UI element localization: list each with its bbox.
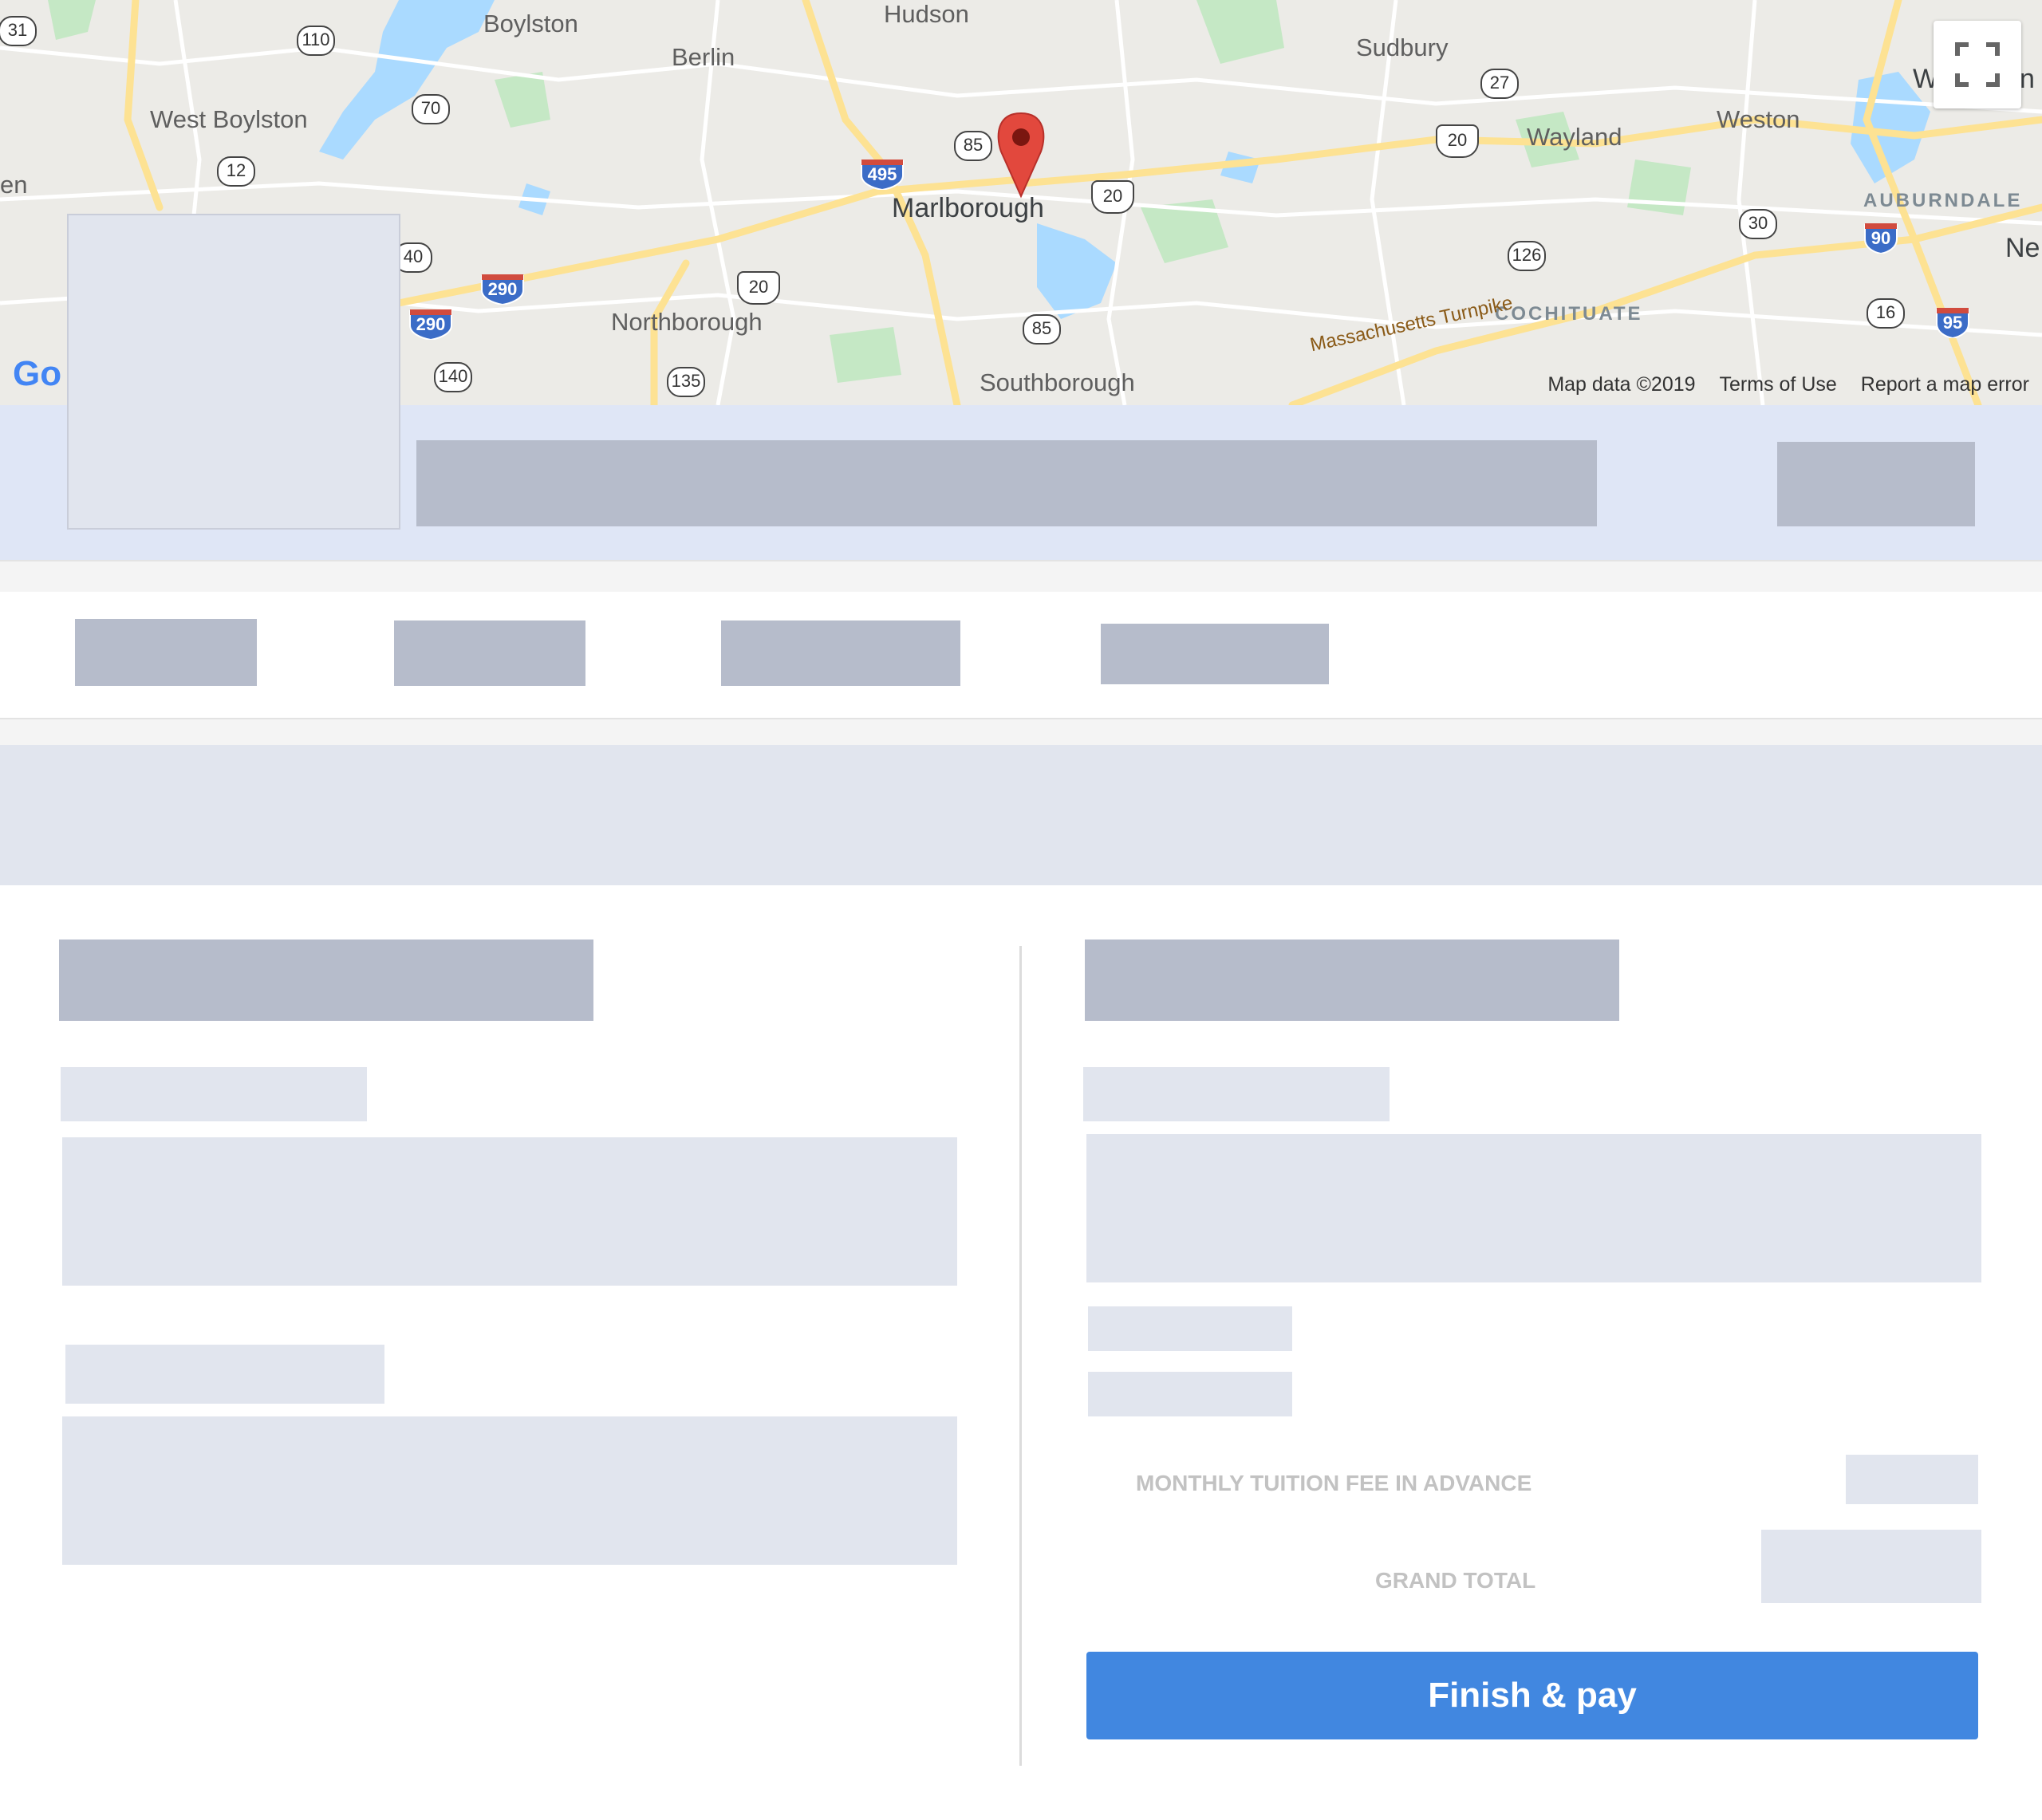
fullscreen-icon <box>1955 42 2000 87</box>
route-marker: 85 <box>954 131 992 161</box>
route-marker: 16 <box>1867 298 1905 329</box>
map-label: West Boylston <box>150 105 308 133</box>
text-area-placeholder[interactable] <box>62 1137 957 1286</box>
interstate-shield: 290 <box>480 273 525 305</box>
option-placeholder[interactable] <box>1088 1372 1292 1416</box>
map-label: Northborough <box>611 308 763 336</box>
map-label: Weston <box>1717 105 1800 133</box>
map-data-credit: Map data ©2019 <box>1547 373 1696 396</box>
fullscreen-button[interactable] <box>1934 21 2021 108</box>
route-marker: 30 <box>1739 209 1777 239</box>
option-placeholder[interactable] <box>1088 1306 1292 1351</box>
tab-placeholder[interactable] <box>75 619 257 686</box>
tab-placeholder[interactable] <box>394 620 585 686</box>
us-route-marker: 20 <box>1436 124 1479 158</box>
google-logo: Go <box>13 354 62 393</box>
map-label: Hudson <box>884 0 969 28</box>
grand-total-value-placeholder <box>1761 1530 1981 1603</box>
interstate-shield: 290 <box>408 308 453 340</box>
us-route-marker: 20 <box>1091 180 1134 214</box>
route-marker: 110 <box>297 26 335 56</box>
map-label: Southborough <box>980 368 1135 396</box>
map-label: en <box>0 171 28 199</box>
route-marker: 140 <box>434 362 472 392</box>
profile-photo-placeholder <box>67 214 400 530</box>
tab-placeholder[interactable] <box>1101 624 1329 684</box>
field-label-placeholder <box>1083 1067 1390 1121</box>
section-gap <box>0 719 2042 745</box>
tab-placeholder[interactable] <box>721 620 960 686</box>
monthly-fee-value-placeholder <box>1846 1455 1978 1504</box>
interstate-shield: 90 <box>1863 222 1898 254</box>
map-label: Sudbury <box>1356 33 1449 61</box>
interstate-shield: 495 <box>860 158 905 190</box>
map-label: Ne <box>2005 233 2040 263</box>
route-marker: 27 <box>1480 69 1519 99</box>
map-label: Wayland <box>1527 123 1622 151</box>
report-map-error-link[interactable]: Report a map error <box>1861 373 2029 396</box>
map-label: Marlborough <box>892 193 1044 223</box>
route-marker: 85 <box>1023 314 1061 345</box>
route-marker: 31 <box>0 16 37 46</box>
banner-placeholder <box>0 745 2042 885</box>
section-heading-placeholder <box>1085 940 1619 1021</box>
map-label: n <box>2020 64 2035 94</box>
map-label: AUBURNDALE <box>1863 190 2023 211</box>
route-marker: 126 <box>1508 241 1546 271</box>
text-area-placeholder[interactable] <box>1086 1134 1981 1282</box>
route-marker: 12 <box>217 156 255 187</box>
monthly-fee-label: MONTHLY TUITION FEE IN ADVANCE <box>1136 1471 1532 1495</box>
field-label-placeholder <box>61 1067 367 1121</box>
column-divider <box>1019 946 1022 1766</box>
map-label: COCHITUATE <box>1495 303 1643 325</box>
finish-and-pay-button[interactable]: Finish & pay <box>1086 1652 1978 1739</box>
profile-title-placeholder <box>416 440 1597 526</box>
us-route-marker: 20 <box>737 271 780 305</box>
text-area-placeholder[interactable] <box>62 1416 957 1565</box>
tab-bar <box>0 592 2042 719</box>
profile-action-placeholder[interactable] <box>1777 442 1975 526</box>
section-gap <box>0 560 2042 593</box>
terms-link[interactable]: Terms of Use <box>1720 373 1837 396</box>
map-label: Berlin <box>672 43 735 71</box>
route-marker: 135 <box>667 367 705 397</box>
section-heading-placeholder <box>59 940 593 1021</box>
interstate-shield: 95 <box>1935 306 1970 338</box>
grand-total-label: GRAND TOTAL <box>1375 1568 1536 1593</box>
field-label-placeholder <box>65 1345 384 1404</box>
map-label: Boylston <box>483 10 578 37</box>
map-attribution: Map data ©2019 Terms of Use Report a map… <box>1547 373 2029 396</box>
route-marker: 70 <box>412 94 450 124</box>
